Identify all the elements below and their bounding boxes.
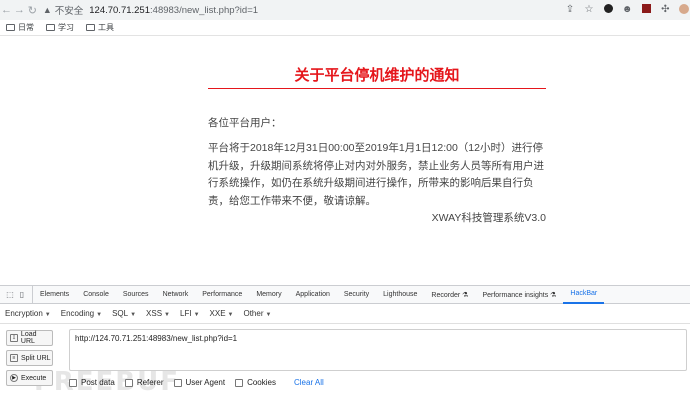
- tab-sources[interactable]: Sources: [116, 286, 156, 304]
- tab-elements[interactable]: Elements: [33, 286, 76, 304]
- tab-console[interactable]: Console: [76, 286, 116, 304]
- notice-greeting: 各位平台用户：: [208, 117, 282, 129]
- hackbar-menu: Encryption ▼ Encoding ▼ SQL ▼ XSS ▼ LFI ▼ XXE…: [0, 304, 690, 324]
- url-textarea[interactable]: http://124.70.71.251:48983/new_list.php?…: [69, 329, 687, 371]
- folder-icon: [6, 24, 15, 31]
- checkbox[interactable]: [235, 378, 244, 387]
- load-icon: ⇩: [10, 334, 18, 342]
- tab-network[interactable]: Network: [156, 286, 196, 304]
- post-data-option[interactable]: Post data: [69, 378, 115, 387]
- back-icon[interactable]: ←: [0, 4, 13, 16]
- notice-title: 关于平台停机维护的通知: [294, 67, 460, 84]
- chevron-down-icon: ▼: [44, 312, 51, 318]
- menu-label: Encryption: [5, 309, 43, 318]
- bookmark-label: 学习: [58, 23, 74, 32]
- warning-icon[interactable]: ▲: [43, 5, 52, 15]
- menu-label: LFI: [180, 309, 192, 318]
- tab-memory[interactable]: Memory: [249, 286, 288, 304]
- notice-signature: XWAY科技管理系统V3.0: [431, 212, 546, 224]
- bookmark-folder-daily[interactable]: 日常: [6, 22, 34, 33]
- bookmark-folder-study[interactable]: 学习: [46, 22, 74, 33]
- chevron-down-icon: ▼: [96, 312, 103, 318]
- button-label: Load URL: [20, 331, 37, 345]
- menu-encryption[interactable]: Encryption ▼: [0, 309, 56, 318]
- menu-lfi[interactable]: LFI ▼: [175, 309, 205, 318]
- forward-icon[interactable]: →: [13, 4, 26, 16]
- extension-mask-icon[interactable]: ☻: [622, 4, 633, 16]
- page-content: 关于平台停机维护的通知 各位平台用户： 平台将于2018年12月31日00:00…: [0, 37, 690, 285]
- url-path[interactable]: :48983/new_list.php?id=1: [150, 5, 258, 16]
- execute-button[interactable]: ▶ Execute: [6, 370, 53, 386]
- menu-label: XXE: [209, 309, 226, 318]
- button-label: Execute: [21, 374, 47, 382]
- option-label: Cookies: [247, 378, 276, 387]
- chevron-down-icon: ▼: [265, 312, 272, 318]
- hackbar-main: FREEBUF ⇩ Load URL ≡ Split URL ▶ Execute…: [0, 326, 690, 409]
- split-url-button[interactable]: ≡ Split URL: [6, 350, 53, 366]
- checkbox[interactable]: [124, 378, 133, 387]
- chevron-down-icon: ▼: [130, 312, 137, 318]
- referer-option[interactable]: Referer: [124, 378, 164, 387]
- tab-application[interactable]: Application: [289, 286, 337, 304]
- bookmark-label: 日常: [18, 23, 34, 32]
- menu-other[interactable]: Other ▼: [238, 309, 276, 318]
- user-agent-option[interactable]: User Agent: [173, 378, 226, 387]
- folder-icon: [86, 24, 95, 31]
- menu-label: Other: [243, 309, 264, 318]
- folder-icon: [46, 24, 55, 31]
- button-label: Split URL: [21, 354, 51, 362]
- notice-body: 平台将于2018年12月31日00:00至2019年1月1日12:00（12小时…: [208, 142, 544, 207]
- bookmark-label: 工具: [98, 23, 114, 32]
- play-icon: ▶: [10, 374, 18, 382]
- chevron-down-icon: ▼: [227, 312, 234, 318]
- checkbox[interactable]: [173, 378, 182, 387]
- url-host[interactable]: 124.70.71.251: [89, 5, 150, 16]
- option-label: Referer: [136, 378, 164, 387]
- menu-xxe[interactable]: XXE ▼: [205, 309, 239, 318]
- address-bar[interactable]: ▲ 不安全 124.70.71.251 :48983/new_list.php?…: [42, 2, 557, 18]
- hackbar-options: Post data Referer User Agent Cookies Cle…: [69, 378, 324, 387]
- checkbox[interactable]: [69, 378, 77, 387]
- extension-dark-icon[interactable]: [603, 4, 614, 16]
- insecure-label[interactable]: 不安全: [55, 3, 84, 17]
- reload-icon[interactable]: ↻: [26, 4, 39, 17]
- inspect-element-icon[interactable]: ⬚: [4, 290, 16, 299]
- tab-security[interactable]: Security: [337, 286, 376, 304]
- share-icon[interactable]: ⇪: [564, 4, 575, 16]
- tab-performance[interactable]: Performance: [195, 286, 249, 304]
- tab-hackbar[interactable]: HackBar: [563, 286, 605, 304]
- menu-xss[interactable]: XSS ▼: [141, 309, 175, 318]
- browser-toolbar: ← → ↻ ▲ 不安全 124.70.71.251 :48983/new_lis…: [0, 0, 690, 20]
- split-icon: ≡: [10, 354, 18, 362]
- option-label: Post data: [81, 378, 115, 387]
- load-url-button[interactable]: ⇩ Load URL: [6, 330, 53, 346]
- menu-label: XSS: [146, 309, 163, 318]
- clear-all-link[interactable]: Clear All: [294, 378, 324, 387]
- menu-sql[interactable]: SQL ▼: [107, 309, 141, 318]
- option-label: User Agent: [185, 378, 226, 387]
- chevron-down-icon: ▼: [193, 312, 200, 318]
- star-icon[interactable]: ☆: [584, 4, 595, 16]
- cookies-option[interactable]: Cookies: [235, 378, 276, 387]
- extension-red-icon[interactable]: [641, 4, 652, 16]
- menu-label: Encoding: [60, 309, 95, 318]
- device-toolbar-icon[interactable]: ▯: [16, 290, 28, 299]
- profile-avatar-icon[interactable]: [679, 4, 690, 16]
- tab-lighthouse[interactable]: Lighthouse: [376, 286, 424, 304]
- chevron-down-icon: ▼: [164, 312, 170, 318]
- menu-label: SQL: [112, 309, 129, 318]
- menu-encoding[interactable]: Encoding ▼: [56, 309, 107, 318]
- bookmark-folder-tools[interactable]: 工具: [86, 22, 114, 33]
- bookmarks-bar: 日常 学习 工具: [0, 20, 690, 36]
- devtools-tool-icons: ⬚ ▯: [0, 285, 33, 304]
- tab-recorder[interactable]: Recorder ⚗: [424, 286, 475, 304]
- extensions-puzzle-icon[interactable]: ✣: [660, 4, 671, 16]
- tab-performance-insights[interactable]: Performance insights ⚗: [475, 286, 563, 304]
- devtools-panel: ⬚ ▯ Elements Console Sources Network Per…: [0, 285, 690, 408]
- title-divider: [208, 88, 546, 89]
- devtools-tabbar: ⬚ ▯ Elements Console Sources Network Per…: [0, 285, 690, 304]
